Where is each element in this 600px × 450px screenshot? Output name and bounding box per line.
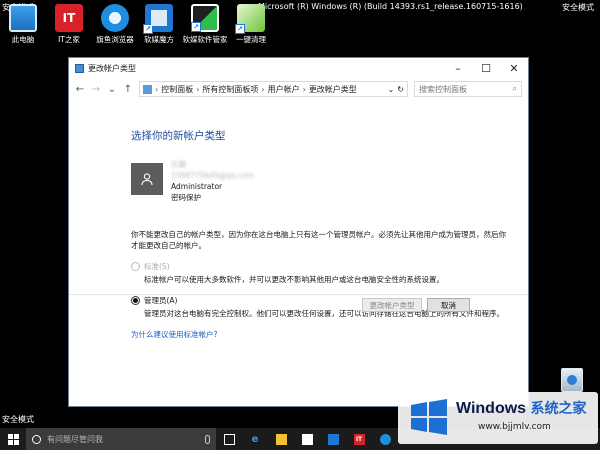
account-card: 乐趣 1588775649@qq.com Administrator 密码保护 bbox=[131, 159, 528, 203]
desktop-icon-label: IT之家 bbox=[58, 35, 80, 44]
shortcut-arrow-icon: ↗ bbox=[235, 24, 245, 34]
administrator-label: 管理员(A) bbox=[144, 296, 178, 305]
watermark: Windows 系统之家 www.bjjmlv.com bbox=[398, 392, 598, 444]
desktop-icon-ithome[interactable]: IT IT之家 bbox=[46, 4, 92, 45]
task-view-icon[interactable] bbox=[216, 428, 242, 450]
change-account-type-window: 更改帐户类型 – ☐ ✕ ← → ⌄ ↑ › 控制面板 › 所有控制面板项 › … bbox=[68, 57, 529, 407]
ithome-glyph: IT bbox=[62, 11, 76, 25]
account-name: 乐趣 bbox=[171, 160, 186, 169]
recycle-bin-icon[interactable] bbox=[561, 368, 583, 392]
edge-icon[interactable]: e bbox=[242, 428, 268, 450]
windows-logo-icon bbox=[7, 433, 19, 445]
search-input[interactable]: 搜索控制面板 ⌕ bbox=[414, 81, 522, 97]
start-button[interactable] bbox=[0, 428, 26, 450]
close-button[interactable]: ✕ bbox=[500, 58, 528, 78]
desktop-icon-label: 一键清理 bbox=[236, 35, 266, 44]
cortana-search-box[interactable]: 有问题尽管问我 bbox=[26, 428, 216, 450]
build-info: Microsoft (R) Windows (R) (Build 14393.r… bbox=[258, 2, 523, 11]
cancel-button[interactable]: 取消 bbox=[427, 298, 470, 312]
desktop-icon-this-pc[interactable]: 此电脑 bbox=[0, 4, 46, 45]
ithome-taskbar-icon[interactable]: IT bbox=[346, 428, 372, 450]
ithome-icon: IT bbox=[55, 4, 83, 32]
ruanmei-icon[interactable] bbox=[320, 428, 346, 450]
desktop-icon-label: 此电脑 bbox=[11, 35, 35, 44]
window-title: 更改帐户类型 bbox=[88, 63, 136, 73]
chevron-down-icon[interactable]: ⌄ bbox=[107, 84, 117, 95]
back-arrow-icon[interactable]: ← bbox=[75, 84, 85, 95]
navigation-bar: ← → ⌄ ↑ › 控制面板 › 所有控制面板项 › 用户帐户 › 更改帐户类型… bbox=[69, 78, 528, 100]
why-standard-link[interactable]: 为什么建议使用标准帐户? bbox=[131, 329, 528, 340]
desktop-icon-ruanmei-magic[interactable]: ↗ 软媒魔方 bbox=[136, 4, 182, 45]
avatar bbox=[131, 163, 163, 195]
control-panel-icon bbox=[75, 63, 84, 73]
store-icon[interactable] bbox=[294, 428, 320, 450]
breadcrumb-change-account-type[interactable]: 更改帐户类型 bbox=[309, 84, 357, 95]
control-panel-icon bbox=[143, 84, 152, 94]
safe-mode-label-top-right: 安全模式 bbox=[562, 3, 594, 12]
administrator-radio[interactable] bbox=[131, 296, 140, 305]
option-standard[interactable]: 标准(S) bbox=[131, 261, 528, 272]
account-protection: 密码保护 bbox=[171, 193, 201, 202]
file-explorer-icon[interactable] bbox=[268, 428, 294, 450]
standard-description: 标准帐户可以使用大多数软件，并可以更改不影响其他用户或这台电脑安全性的系统设置。 bbox=[144, 275, 444, 284]
ruanmei-magic-icon: ↗ bbox=[143, 4, 173, 34]
breadcrumb-all-items[interactable]: 所有控制面板项 bbox=[202, 84, 258, 95]
ithome-taskbar-glyph: IT bbox=[353, 433, 365, 445]
software-manager-icon: ↗ bbox=[191, 4, 219, 32]
admin-notice: 你不能更改自己的帐户类型，因为你在这台电脑上只有这一个管理员帐户。必须先让其他用… bbox=[131, 230, 506, 250]
account-email: 1588775649@qq.com bbox=[171, 171, 255, 180]
shortcut-arrow-icon: ↗ bbox=[191, 22, 201, 32]
button-divider bbox=[69, 294, 528, 295]
breadcrumb-user-accounts[interactable]: 用户帐户 bbox=[268, 84, 300, 95]
watermark-url: www.bjjmlv.com bbox=[478, 422, 551, 432]
desktop-icon-label: 软媒魔方 bbox=[144, 35, 174, 44]
watermark-brand: Windows 系统之家 bbox=[456, 400, 587, 417]
refresh-icon[interactable]: ↻ bbox=[397, 85, 404, 94]
maximize-button[interactable]: ☐ bbox=[472, 58, 500, 78]
change-account-type-button[interactable]: 更改帐户类型 bbox=[362, 298, 422, 312]
desktop-icon-one-click-clean[interactable]: ↗ 一键清理 bbox=[228, 4, 274, 45]
safe-mode-label-bottom-left: 安全模式 bbox=[2, 415, 34, 424]
account-role: Administrator bbox=[171, 182, 223, 191]
standard-radio[interactable] bbox=[131, 262, 140, 271]
desktop-icon-software-manager[interactable]: ↗ 软媒软件管家 bbox=[182, 4, 228, 45]
microphone-icon[interactable] bbox=[205, 434, 210, 444]
window-titlebar[interactable]: 更改帐户类型 – ☐ ✕ bbox=[69, 58, 528, 78]
browser-icon bbox=[101, 4, 129, 32]
minimize-button[interactable]: – bbox=[444, 58, 472, 78]
shortcut-arrow-icon: ↗ bbox=[143, 24, 153, 34]
desktop-icon-browser[interactable]: 旗鱼浏览器 bbox=[92, 4, 138, 45]
address-bar[interactable]: › 控制面板 › 所有控制面板项 › 用户帐户 › 更改帐户类型 ⌄ ↻ bbox=[139, 81, 408, 97]
cortana-placeholder: 有问题尽管问我 bbox=[47, 434, 103, 444]
qiyu-browser-icon[interactable] bbox=[372, 428, 398, 450]
administrator-description: 管理员对这台电脑有完全控制权。他们可以更改任何设置，还可以访问存储在这台电脑上的… bbox=[144, 309, 504, 318]
address-dropdown-icon[interactable]: ⌄ bbox=[388, 85, 395, 94]
desktop-icon-label: 旗鱼浏览器 bbox=[96, 35, 134, 44]
desktop-icon-label: 软媒软件管家 bbox=[182, 35, 228, 44]
one-click-clean-icon: ↗ bbox=[235, 4, 265, 34]
standard-label: 标准(S) bbox=[144, 262, 170, 271]
search-placeholder: 搜索控制面板 bbox=[419, 84, 467, 94]
cortana-icon bbox=[32, 434, 41, 444]
windows-flag-icon bbox=[411, 399, 447, 435]
search-icon[interactable]: ⌕ bbox=[513, 84, 517, 94]
up-arrow-icon[interactable]: ↑ bbox=[123, 84, 133, 95]
user-icon bbox=[141, 173, 153, 186]
this-pc-icon bbox=[9, 4, 37, 32]
breadcrumb-control-panel[interactable]: 控制面板 bbox=[161, 84, 193, 95]
forward-arrow-icon[interactable]: → bbox=[91, 84, 101, 95]
page-title: 选择你的新帐户类型 bbox=[131, 130, 226, 142]
